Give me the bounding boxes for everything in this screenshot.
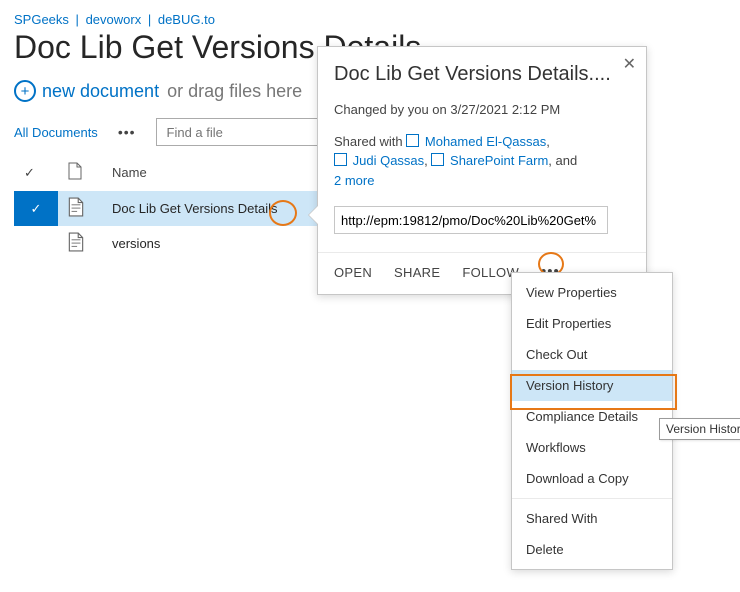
breadcrumb-item-spgeeks[interactable]: SPGeeks [14,12,69,27]
shared-person[interactable]: SharePoint Farm [450,153,548,168]
changed-by-line: Changed by you on 3/27/2021 2:12 PM [334,100,630,120]
menu-check-out[interactable]: Check Out [512,339,672,370]
file-icon [58,226,102,261]
menu-compliance-details[interactable]: Compliance Details [512,401,672,432]
view-all-documents[interactable]: All Documents [14,125,98,140]
column-type-icon [58,156,102,191]
menu-download-a-copy[interactable]: Download a Copy [512,463,672,494]
file-callout: ✕ Doc Lib Get Versions Details.... Chang… [317,46,647,295]
tooltip-version-history: Version History [659,418,740,440]
open-button[interactable]: OPEN [334,265,372,280]
share-checkbox-icon[interactable] [406,134,419,147]
share-button[interactable]: SHARE [394,265,440,280]
menu-separator [512,498,672,499]
shared-person[interactable]: Judi Qassas [353,153,425,168]
views-ellipsis-icon[interactable]: ••• [114,125,140,139]
menu-delete[interactable]: Delete [512,534,672,565]
menu-version-history[interactable]: Version History [512,370,672,401]
share-checkbox-icon[interactable] [431,153,444,166]
document-url-field[interactable] [334,206,608,234]
plus-icon[interactable]: + [14,80,36,102]
column-select[interactable]: ✓ [14,156,58,191]
menu-workflows[interactable]: Workflows [512,432,672,463]
breadcrumb-sep: | [148,12,151,27]
shared-person[interactable]: Mohamed El-Qassas [425,134,546,149]
share-checkbox-icon[interactable] [334,153,347,166]
menu-shared-with[interactable]: Shared With [512,503,672,534]
callout-title: Doc Lib Get Versions Details.... [334,63,630,86]
new-document-link[interactable]: new document [42,81,159,102]
shared-more-link[interactable]: 2 more [334,173,374,188]
menu-edit-properties[interactable]: Edit Properties [512,308,672,339]
breadcrumb-item-debugto[interactable]: deBUG.to [158,12,215,27]
breadcrumb: SPGeeks | devoworx | deBUG.to [14,12,726,27]
close-icon[interactable]: ✕ [623,57,636,73]
callout-beak [308,205,318,225]
menu-view-properties[interactable]: View Properties [512,277,672,308]
drag-hint: or drag files here [167,81,302,102]
check-icon: ✓ [31,201,42,216]
breadcrumb-item-devoworx[interactable]: devoworx [86,12,142,27]
file-icon [58,191,102,226]
shared-with-line: Shared with Mohamed El-Qassas, Judi Qass… [334,132,630,191]
breadcrumb-sep: | [76,12,79,27]
context-menu: View Properties Edit Properties Check Ou… [511,272,673,570]
